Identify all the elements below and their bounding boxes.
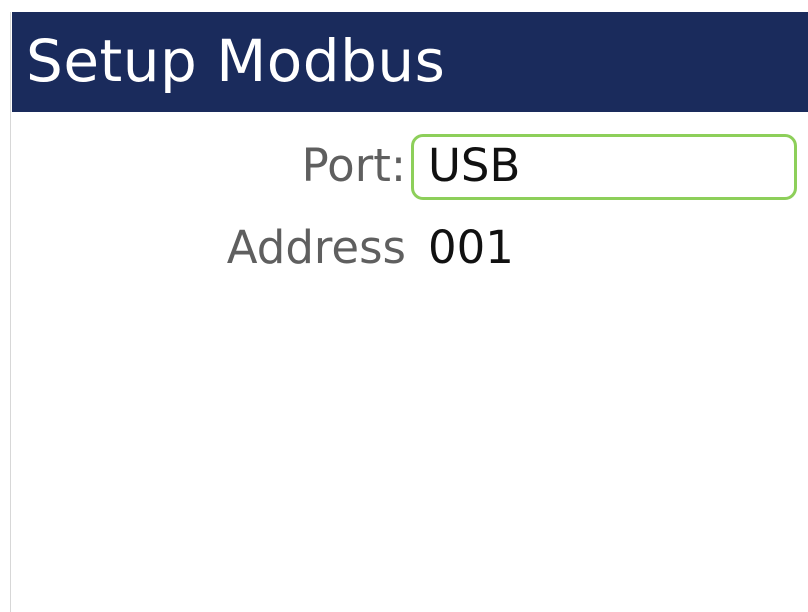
address-label: Address — [226, 221, 406, 274]
address-value-field[interactable]: 001 — [428, 222, 514, 274]
page-title: Setup Modbus — [26, 27, 446, 95]
modbus-setup-screen: Setup Modbus Port: USB Address 001 — [0, 0, 808, 612]
port-value: USB — [428, 139, 521, 192]
port-selector[interactable]: USB — [411, 134, 797, 200]
port-label: Port: — [301, 139, 406, 192]
title-bar: Setup Modbus — [12, 12, 808, 112]
screen-left-border — [10, 12, 11, 612]
